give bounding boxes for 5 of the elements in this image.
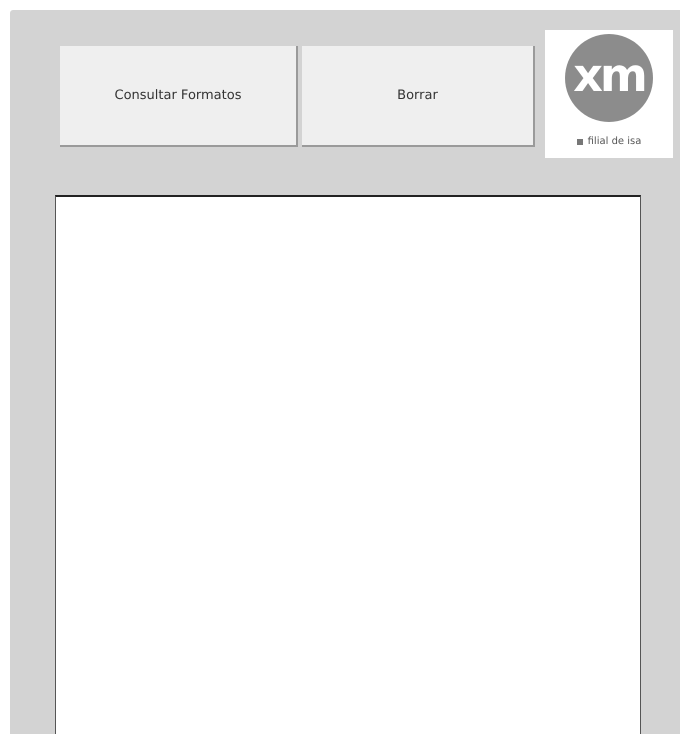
consult-button[interactable]: Consultar Formatos — [60, 46, 298, 147]
logo-mark: xm — [565, 34, 653, 122]
output-field[interactable] — [55, 195, 641, 734]
logo-caption: filial de isa — [576, 136, 642, 147]
clear-button[interactable]: Borrar — [302, 46, 535, 147]
